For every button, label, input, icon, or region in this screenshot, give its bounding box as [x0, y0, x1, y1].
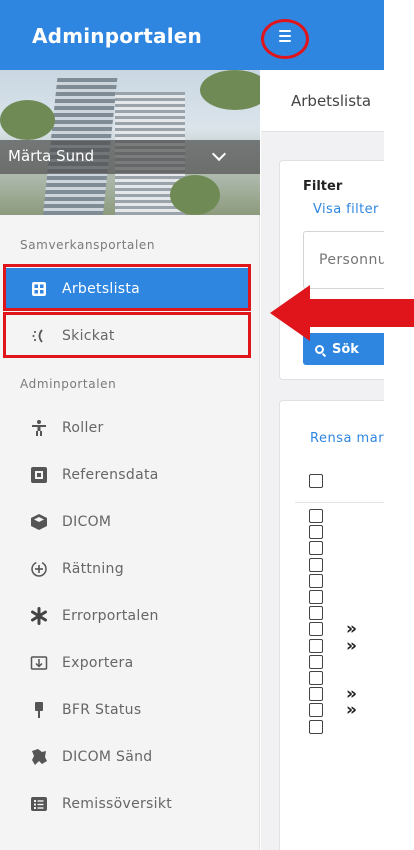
- person-icon: [30, 419, 48, 437]
- highlight-box-skickat: [3, 312, 251, 358]
- select-all-checkbox[interactable]: [309, 474, 323, 488]
- database-box-icon: [30, 466, 48, 484]
- expand-row-icon[interactable]: »: [346, 702, 357, 719]
- section-label-samverkansportalen: Samverkansportalen: [20, 238, 156, 252]
- personnummer-input[interactable]: [304, 232, 384, 288]
- cube-icon: [30, 513, 48, 531]
- sidebar-item-bfr-status[interactable]: BFR Status: [6, 689, 250, 731]
- row-checkbox[interactable]: [309, 622, 323, 637]
- row-checkbox[interactable]: [309, 654, 323, 669]
- app-title: Adminportalen: [32, 24, 202, 48]
- sidebar-item-label: DICOM Sänd: [62, 749, 153, 765]
- list-icon: [30, 795, 48, 813]
- sidebar-item-label: Roller: [62, 420, 104, 436]
- show-filter-link[interactable]: Visa filter: [313, 202, 379, 217]
- sidebar-item-remissoversikt[interactable]: Remissöversikt: [6, 783, 250, 825]
- sidebar-item-referensdata[interactable]: Referensdata: [6, 454, 250, 496]
- main-content: Arbetslista Filter Visa filter Sök Rensa…: [261, 70, 384, 850]
- filter-title: Filter: [303, 179, 343, 194]
- profile-name: Märta Sund: [8, 147, 95, 165]
- filter-card: Filter Visa filter Sök: [279, 160, 384, 380]
- sidebar-item-errorportalen[interactable]: Errorportalen: [6, 595, 250, 637]
- profile-banner: Märta Sund: [0, 70, 260, 215]
- sidebar-item-roller[interactable]: Roller: [6, 407, 250, 449]
- row-checkbox[interactable]: [309, 573, 323, 588]
- row-checkbox[interactable]: [309, 703, 323, 718]
- rotate-plus-icon: [30, 560, 48, 578]
- sidebar-item-label: Remissöversikt: [62, 796, 173, 812]
- section-label-adminportalen: Adminportalen: [20, 377, 117, 391]
- breadcrumb-bar: Arbetslista: [261, 70, 384, 132]
- sidebar-item-label: Referensdata: [62, 467, 159, 483]
- row-checkbox[interactable]: [309, 671, 323, 685]
- profile-selector[interactable]: Märta Sund: [0, 140, 260, 174]
- top-bar: Adminportalen: [0, 0, 384, 70]
- asterisk-icon: [30, 607, 48, 625]
- sidebar-item-label: Errorportalen: [62, 608, 159, 624]
- row-checkbox[interactable]: [309, 541, 323, 556]
- pin-icon: [30, 701, 48, 719]
- expand-row-icon[interactable]: »: [346, 637, 357, 654]
- highlight-box-arbetslista: [3, 264, 251, 311]
- sidebar-item-label: DICOM: [62, 514, 112, 530]
- row-checkbox[interactable]: [309, 687, 323, 702]
- row-checkbox[interactable]: [309, 509, 323, 523]
- annotation-arrow-icon: [270, 285, 414, 341]
- breadcrumb: Arbetslista: [291, 92, 372, 110]
- search-button-label: Sök: [332, 341, 359, 357]
- row-checkbox[interactable]: [309, 525, 323, 540]
- sidebar-item-dicom-sand[interactable]: DICOM Sänd: [6, 736, 250, 778]
- sidebar-item-dicom[interactable]: DICOM: [6, 501, 250, 543]
- search-icon: [315, 344, 324, 354]
- tree-image: [0, 100, 55, 140]
- row-checkbox[interactable]: [309, 606, 323, 621]
- send-icon: [30, 748, 48, 766]
- sidebar-item-rattning[interactable]: Rättning: [6, 548, 250, 590]
- sidebar-item-label: Rättning: [62, 561, 124, 577]
- sidebar: Märta Sund Samverkansportalen Arbetslist…: [0, 70, 260, 850]
- row-checkbox[interactable]: [309, 590, 323, 604]
- row-checkbox[interactable]: [309, 557, 323, 572]
- export-icon: [30, 654, 48, 672]
- row-checkbox[interactable]: [309, 719, 323, 734]
- divider: [295, 502, 384, 503]
- sidebar-item-exportera[interactable]: Exportera: [6, 642, 250, 684]
- worklist-card: Rensa markering »»»»: [279, 400, 384, 850]
- sidebar-item-label: BFR Status: [62, 702, 142, 718]
- sidebar-item-label: Exportera: [62, 655, 134, 671]
- personnummer-field[interactable]: [303, 231, 384, 289]
- tree-image: [200, 70, 260, 110]
- chevron-down-icon[interactable]: [211, 146, 227, 162]
- menu-highlight-circle: [261, 19, 309, 59]
- tree-image: [170, 175, 220, 215]
- row-checkbox[interactable]: [309, 638, 323, 653]
- expand-row-icon[interactable]: »: [346, 621, 357, 638]
- clear-selection-link[interactable]: Rensa markering: [310, 431, 384, 446]
